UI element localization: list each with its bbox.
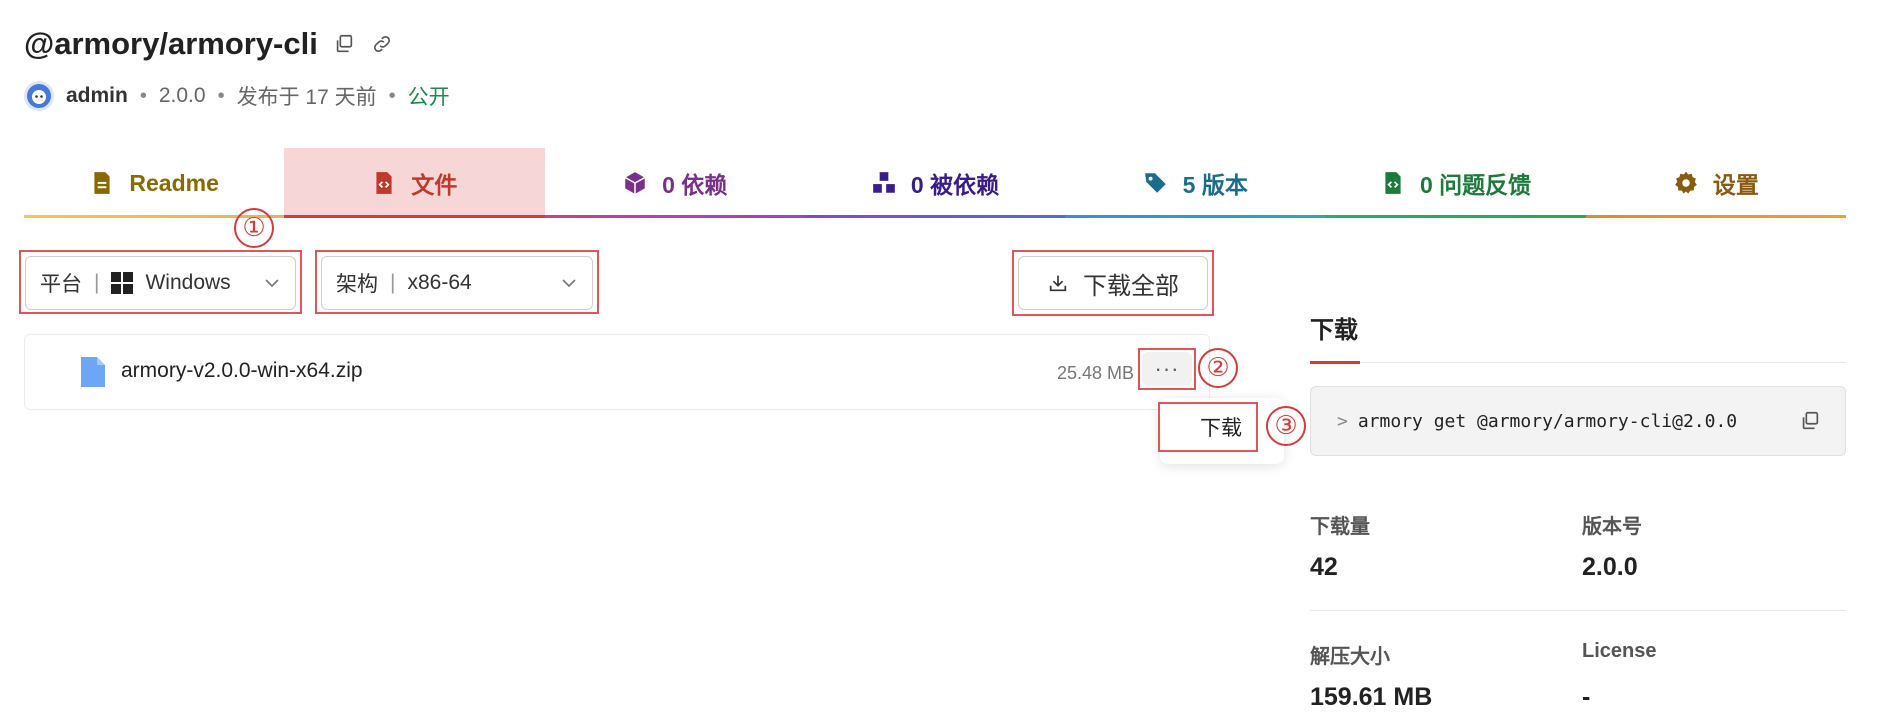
version-value: 2.0.0 bbox=[1582, 553, 1638, 581]
tab-versions[interactable]: 5 版本 bbox=[1065, 148, 1326, 218]
chevron-down-icon bbox=[265, 279, 279, 288]
tab-label: 5 版本 bbox=[1182, 172, 1248, 198]
tab-readme[interactable]: Readme bbox=[24, 148, 285, 218]
command-prompt: > bbox=[1337, 410, 1348, 432]
copy-icon[interactable] bbox=[1799, 410, 1821, 432]
tab-dependents[interactable]: 0 被依赖 bbox=[804, 148, 1066, 218]
link-icon[interactable] bbox=[370, 32, 394, 56]
tab-settings[interactable]: 设置 bbox=[1585, 148, 1847, 218]
file-text-icon bbox=[94, 172, 110, 194]
file-code-icon bbox=[376, 172, 393, 194]
divider bbox=[1310, 610, 1846, 611]
version-text: 2.0.0 bbox=[158, 84, 206, 107]
annotation-box-menu-download bbox=[1158, 402, 1258, 452]
command-text: armory get @armory/armory-cli@2.0.0 bbox=[1357, 410, 1738, 432]
divider bbox=[1310, 362, 1846, 363]
tags-icon bbox=[1144, 173, 1166, 193]
meta-row: admin • 2.0.0 • 发布于 17 天前 • 公开 bbox=[24, 80, 450, 112]
separator-dot: • bbox=[139, 84, 147, 107]
author-link[interactable]: admin bbox=[66, 84, 128, 108]
gear-icon bbox=[1674, 171, 1697, 194]
windows-icon bbox=[111, 272, 134, 294]
file-name: armory-v2.0.0-win-x64.zip bbox=[121, 359, 363, 382]
tab-bar: Readme 文件 0 依赖 0 被依赖 5 版本 0 问题反馈 设置 bbox=[24, 148, 1847, 218]
annotation-1: ① bbox=[234, 208, 274, 248]
file-issue-icon bbox=[1385, 172, 1401, 194]
install-command: > armory get @armory/armory-cli@2.0.0 bbox=[1310, 386, 1846, 456]
active-indicator bbox=[1310, 361, 1360, 364]
platform-value: Windows bbox=[145, 271, 231, 294]
download-all-label: 下载全部 bbox=[1083, 272, 1179, 300]
tab-dependencies[interactable]: 0 依赖 bbox=[544, 148, 806, 218]
download-all-button[interactable]: 下载全部 bbox=[1018, 256, 1208, 310]
annotation-3: ③ bbox=[1266, 406, 1306, 446]
version-label: 版本号 bbox=[1582, 516, 1642, 538]
tab-label: 0 被依赖 bbox=[910, 172, 1000, 198]
separator-dot: • bbox=[388, 84, 396, 107]
title-row: @armory/armory-cli bbox=[24, 24, 394, 64]
separator-dot: • bbox=[217, 84, 225, 107]
tab-label: Readme bbox=[129, 169, 219, 196]
tab-label: 文件 bbox=[411, 172, 458, 198]
license-label: License bbox=[1582, 640, 1657, 662]
tab-issues[interactable]: 0 问题反馈 bbox=[1325, 148, 1586, 218]
arch-label: 架构 bbox=[336, 273, 378, 296]
download-icon bbox=[1049, 275, 1067, 292]
platform-label: 平台 bbox=[40, 273, 82, 296]
avatar[interactable] bbox=[24, 81, 54, 111]
tab-label: 0 问题反馈 bbox=[1419, 172, 1532, 198]
unpacked-size-value: 159.61 MB bbox=[1310, 683, 1433, 711]
more-actions-button[interactable]: ··· bbox=[1142, 352, 1192, 386]
published-text: 发布于 17 天前 bbox=[236, 86, 377, 109]
file-icon bbox=[81, 357, 105, 387]
unpacked-size-label: 解压大小 bbox=[1310, 646, 1390, 668]
license-value: - bbox=[1582, 683, 1591, 711]
package-title: @armory/armory-cli bbox=[24, 26, 318, 61]
side-panel-title: 下载 bbox=[1310, 317, 1358, 344]
tab-label: 设置 bbox=[1712, 172, 1759, 198]
downloads-value: 42 bbox=[1310, 553, 1338, 581]
copy-icon[interactable] bbox=[332, 32, 356, 56]
boxes-icon bbox=[873, 172, 895, 193]
tab-label: 0 依赖 bbox=[662, 172, 728, 198]
file-list: armory-v2.0.0-win-x64.zip 25.48 MB bbox=[24, 334, 1210, 410]
separator: | bbox=[94, 271, 100, 294]
chevron-down-icon bbox=[562, 279, 576, 288]
platform-select[interactable]: 平台 | Windows bbox=[25, 256, 296, 310]
box-icon bbox=[624, 172, 646, 194]
downloads-label: 下载量 bbox=[1310, 516, 1370, 538]
separator: | bbox=[390, 271, 396, 294]
tab-files[interactable]: 文件 bbox=[284, 148, 545, 218]
list-item[interactable]: armory-v2.0.0-win-x64.zip 25.48 MB bbox=[25, 335, 1209, 409]
arch-value: x86-64 bbox=[407, 271, 472, 294]
annotation-2: ② bbox=[1198, 348, 1238, 388]
visibility-badge: 公开 bbox=[407, 86, 450, 109]
file-size: 25.48 MB bbox=[1057, 363, 1135, 383]
arch-select[interactable]: 架构 | x86-64 bbox=[321, 256, 593, 310]
